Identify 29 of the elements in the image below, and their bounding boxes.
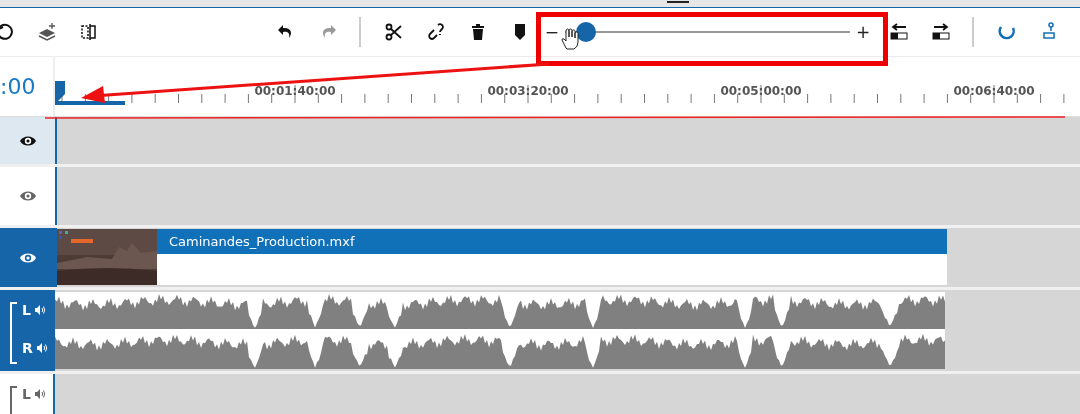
ruler-label: 00:03:20:00 — [487, 84, 569, 98]
bracket-icon — [8, 302, 18, 364]
hand-cursor-icon — [560, 28, 580, 50]
audio-track-header[interactable]: L R — [0, 290, 55, 371]
refresh-icon[interactable] — [0, 21, 16, 43]
bracket-icon — [8, 386, 18, 414]
range-marker-icon[interactable] — [55, 81, 127, 105]
clip-title: Caminandes_Production.mxf — [157, 229, 947, 254]
channel-label: L — [22, 302, 31, 318]
ruler-label: 00:06:40:00 — [953, 84, 1035, 98]
ruler-label: 00:01:40:00 — [254, 84, 336, 98]
channel-label: R — [22, 340, 33, 356]
timecode: :00 — [0, 74, 36, 99]
speaker-icon[interactable] — [33, 388, 46, 400]
layers-plus-icon[interactable] — [36, 21, 58, 43]
audio-clip[interactable] — [55, 292, 945, 369]
speaker-icon[interactable] — [35, 342, 48, 354]
arrow-right-icon[interactable] — [930, 21, 953, 43]
speaker-icon[interactable] — [33, 304, 46, 316]
video-track-header[interactable] — [0, 228, 57, 287]
arrow-left-icon[interactable] — [888, 21, 911, 43]
eye-icon[interactable] — [18, 251, 37, 264]
eye-icon[interactable] — [18, 134, 37, 147]
channel-label: L — [22, 386, 31, 402]
zoom-out-label[interactable]: − — [544, 22, 559, 42]
slider-thumb[interactable] — [576, 22, 597, 42]
ruler-label: 00:05:00:00 — [720, 84, 802, 98]
video-clip[interactable]: Caminandes_Production.mxf — [57, 229, 947, 285]
zoom-in-label[interactable]: + — [856, 22, 871, 42]
